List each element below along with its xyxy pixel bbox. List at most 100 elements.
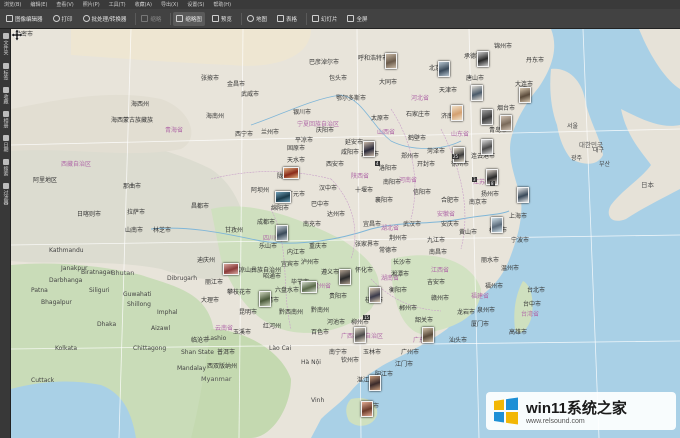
photo-thumbnail-marker[interactable] [301, 281, 317, 293]
toolbar-button-label: 全屏 [356, 16, 368, 23]
sidebar-tab[interactable]: 搜索 [1, 159, 10, 176]
sidebar-tab[interactable]: 日期 [1, 135, 10, 152]
photo-thumbnail-marker[interactable] [361, 401, 373, 417]
menu-item[interactable]: 设置(S) [187, 1, 204, 8]
map-place-label: 玉溪市 [233, 329, 252, 336]
map-place-label: 林芝市 [153, 227, 172, 234]
map-place-label: 江西省 [431, 267, 450, 274]
photo-thumbnail-marker[interactable] [500, 115, 512, 131]
sidebar-tab[interactable]: 收藏 [1, 87, 10, 104]
map-place-label: 宁波市 [511, 237, 530, 244]
toolbar-button-image-editor[interactable]: 图像编辑器 [3, 12, 46, 26]
photo-thumbnail-marker[interactable] [275, 191, 291, 203]
map-place-label: 武汉市 [403, 221, 422, 228]
map-place-label: 固原市 [287, 145, 306, 152]
map-place-label: 昆明市 [239, 309, 258, 316]
map-place-label: 怀化市 [355, 267, 374, 274]
toolbar-separator [305, 12, 307, 25]
photo-thumbnail-marker[interactable] [385, 53, 397, 69]
map-place-label: 长沙市 [393, 259, 412, 266]
map-place-label: 山东省 [451, 131, 470, 138]
sidebar-tab-icon [2, 183, 9, 189]
map-view[interactable]: 哈密市巴彦淖尔市呼和浩特市包头市鄂尔多斯市大同市北京市承德市锦州市丹东市大连市天… [11, 29, 680, 438]
menu-item[interactable]: 工具(T) [109, 1, 126, 8]
map-place-label: Dibrugarh [167, 275, 198, 282]
map-place-label: 巴中市 [311, 201, 330, 208]
photo-thumbnail-marker[interactable] [451, 105, 463, 121]
toolbar-button-print[interactable]: 打印 [50, 12, 76, 26]
menu-item[interactable]: 帮助(H) [213, 1, 231, 8]
photo-thumbnail-marker[interactable] [477, 51, 489, 67]
map-place-label: 烟台市 [497, 105, 516, 112]
photo-thumbnail-marker[interactable] [481, 109, 493, 125]
toolbar-button-fullscreen[interactable]: 全屏 [344, 12, 370, 26]
sidebar-tab[interactable]: 相册 [1, 111, 10, 128]
map-place-label: 百色市 [311, 329, 330, 336]
photo-thumbnail-marker[interactable] [471, 85, 483, 101]
map-place-label: 龙岩市 [457, 309, 476, 316]
photo-thumbnail-marker[interactable] [422, 327, 434, 343]
map-place-label: 日喀则市 [77, 211, 102, 218]
sidebar-tab-label: 收藏 [2, 94, 9, 104]
toolbar: 图像编辑器 打印 批处理/转换器 缩略 缩略图 预览 地图 表格 幻灯片 全屏 [0, 9, 680, 29]
toolbar-button-label: 幻灯片 [320, 16, 338, 23]
photo-thumbnail-marker[interactable] [283, 167, 299, 179]
photo-thumbnail-marker[interactable] [517, 187, 529, 203]
sidebar-tab[interactable]: 文件夹 [1, 33, 10, 55]
toolbar-button-batch-convert[interactable]: 批处理/转换器 [80, 12, 130, 26]
toolbar-separator [240, 12, 242, 25]
map-place-label: 达州市 [327, 211, 346, 218]
menu-item[interactable]: 浏览(B) [4, 1, 21, 8]
map-place-label: 대구 [593, 147, 605, 154]
menu-bar: 浏览(B) 编辑(E) 查看(V) 照片(P) 工具(T) 收藏(A) 导出(X) 设置(S)… [0, 0, 680, 9]
photo-thumbnail-marker[interactable] [363, 141, 375, 157]
map-place-label: 广州市 [401, 349, 420, 356]
toolbar-button-thumbnails[interactable]: 缩略图 [173, 11, 205, 26]
map-place-label: 丽水市 [481, 257, 500, 264]
map-place-label: 台湾省 [521, 311, 540, 318]
photo-thumbnail-marker[interactable] [369, 375, 381, 391]
photo-thumbnail-marker[interactable] [481, 139, 493, 155]
toolbar-button-table[interactable]: 表格 [274, 12, 300, 26]
sidebar-tab-label: 日期 [2, 142, 9, 152]
map-place-label: 汉中市 [319, 185, 338, 192]
toolbar-button-label: 批处理/转换器 [91, 16, 127, 23]
map-place-label: 呼和浩特市 [358, 55, 389, 62]
menu-item[interactable]: 查看(V) [56, 1, 73, 8]
toolbar-button-slideshow[interactable]: 幻灯片 [309, 12, 341, 26]
map-place-label: 兰州市 [261, 129, 280, 136]
photo-thumbnail-marker[interactable] [519, 87, 531, 103]
photo-thumbnail-marker[interactable] [276, 225, 288, 241]
toolbar-button-map[interactable]: 地图 [244, 12, 270, 26]
sidebar-tab[interactable]: 标签 [1, 63, 10, 80]
map-place-label: 宜昌市 [363, 221, 382, 228]
watermark-banner: win11系统之家 www.relsound.com [486, 392, 676, 430]
map-place-label: 襄阳市 [375, 197, 394, 204]
photo-thumbnail-marker[interactable] [369, 287, 381, 303]
menu-item[interactable]: 照片(P) [83, 1, 100, 8]
toolbar-button-thumbnail[interactable]: 缩略 [138, 12, 164, 26]
map-place-label: 金昌市 [227, 81, 246, 88]
photo-thumbnail-marker[interactable] [491, 217, 503, 233]
map-place-label: 上海市 [509, 213, 528, 220]
photo-thumbnail-marker[interactable] [339, 269, 351, 285]
photo-thumbnail-marker[interactable] [223, 263, 239, 275]
map-place-label: 福州市 [485, 283, 504, 290]
sidebar-tab[interactable]: 过滤器 [1, 183, 10, 205]
map-place-label: 海南州 [206, 113, 225, 120]
menu-item[interactable]: 收藏(A) [135, 1, 152, 8]
sidebar-tab-icon [2, 33, 9, 39]
photo-thumbnail-marker[interactable] [354, 327, 366, 343]
photo-thumbnail-marker[interactable] [438, 61, 450, 77]
toolbar-button-label: 图像编辑器 [15, 16, 43, 23]
menu-item[interactable]: 编辑(E) [30, 1, 47, 8]
left-sidebar: 文件夹标签收藏相册日期搜索过滤器 [0, 29, 11, 438]
map-place-label: Lashio [207, 335, 227, 342]
map-place-label: 拉萨市 [127, 209, 146, 216]
map-place-label: 衡阳市 [389, 287, 408, 294]
photo-thumbnail-marker[interactable] [259, 291, 271, 307]
map-place-label: Guwahati [123, 291, 152, 298]
map-place-label: 扬州市 [481, 191, 500, 198]
toolbar-button-preview[interactable]: 预览 [209, 12, 235, 26]
menu-item[interactable]: 导出(X) [161, 1, 178, 8]
